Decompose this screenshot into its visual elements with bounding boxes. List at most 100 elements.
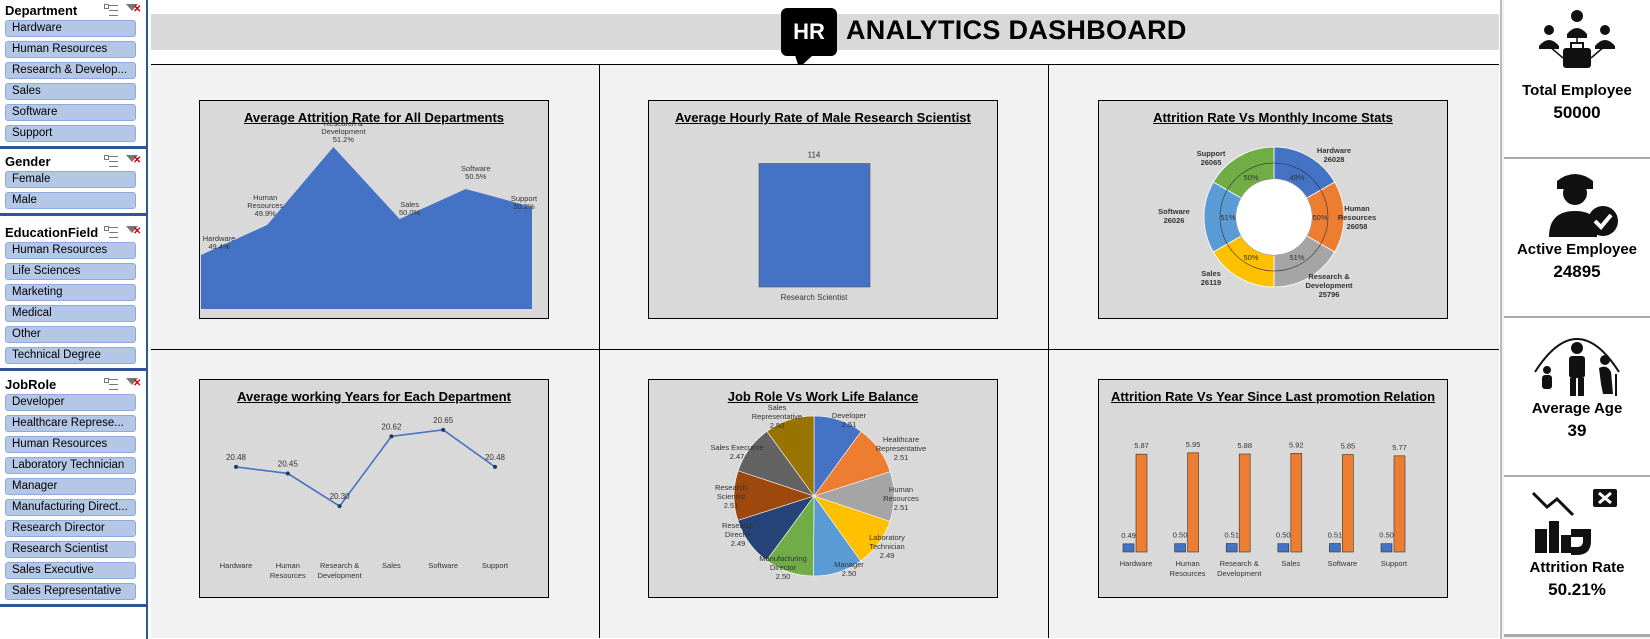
tick-label: Software (428, 561, 458, 570)
point (234, 464, 238, 469)
age-group-icon (1527, 326, 1627, 398)
slicer-item[interactable]: Medical (5, 305, 136, 322)
slicer-item[interactable]: Hardware (5, 20, 136, 37)
chart-hourly-rate-research-scientist[interactable]: Average Hourly Rate of Male Research Sci… (648, 100, 998, 319)
chart-attrition-vs-promotion[interactable]: Attrition Rate Vs Year Since Last promot… (1098, 379, 1448, 598)
slicer-item[interactable]: Human Resources (5, 41, 136, 58)
kpi-value: 39 (1567, 421, 1587, 440)
point (493, 464, 497, 469)
bar (1342, 454, 1354, 553)
slicer-header: JobRole (0, 374, 146, 394)
multi-select-icon[interactable] (104, 3, 118, 16)
category-label: Development (1305, 281, 1353, 290)
chart-attrition-by-department[interactable]: Average Attrition Rate for All Departmen… (199, 100, 549, 319)
bar (1329, 543, 1341, 553)
bar (1174, 543, 1186, 553)
slicer-item[interactable]: Manager (5, 478, 136, 495)
clear-filter-icon[interactable] (126, 154, 141, 167)
chart-working-years[interactable]: Average working Years for Each Departmen… (199, 379, 549, 598)
data-label: 26065 (1201, 158, 1222, 167)
category-label: Director (725, 530, 752, 539)
slicer-item[interactable]: Software (5, 104, 136, 121)
multi-select-icon[interactable] (104, 225, 118, 238)
slicer-item[interactable]: Female (5, 171, 136, 188)
slicer-item[interactable]: Manufacturing Direct... (5, 499, 136, 516)
data-label: 0.51 (1224, 531, 1239, 540)
chart-grid: Average Attrition Rate for All Departmen… (151, 64, 1499, 638)
slicer-item[interactable]: Research Scientist (5, 541, 136, 558)
tick-label: Resources (270, 571, 306, 580)
slicer-item[interactable]: Laboratory Technician (5, 457, 136, 474)
clear-filter-icon[interactable] (126, 225, 141, 238)
multi-select-icon[interactable] (104, 154, 118, 167)
category-label: Research (715, 483, 747, 492)
bar (1225, 543, 1238, 553)
slicer-title: EducationField (5, 224, 99, 240)
area-chart: Hardware49.4%HumanResources49.9%Research… (201, 119, 538, 309)
kpi-panel: Total Employee 50000 Active Employee 24895 A… (1500, 0, 1650, 639)
slicer-item[interactable]: Human Resources (5, 436, 136, 453)
kpi-value: 50000 (1553, 103, 1601, 122)
slicer-item[interactable]: Other (5, 326, 136, 343)
category-label: Research & (1308, 272, 1350, 281)
slicer-item[interactable]: Human Resources (5, 242, 136, 259)
slicer-item[interactable]: Healthcare Represe... (5, 415, 136, 432)
category-label: Director (770, 563, 797, 572)
clear-filter-icon[interactable] (126, 377, 141, 390)
clear-filter-icon[interactable] (126, 3, 141, 16)
category-label: Hardware (1317, 146, 1351, 155)
slicer-item[interactable]: Sales (5, 83, 136, 100)
category-label: Manager (834, 560, 864, 569)
divider (151, 349, 1499, 350)
slicer-item[interactable]: Life Sciences (5, 263, 136, 280)
data-label: 20.48 (485, 453, 506, 462)
slicer-item[interactable]: Sales Representative (5, 583, 136, 600)
slicer-item[interactable]: Sales Executive (5, 562, 136, 579)
chart-jobrole-worklife[interactable]: Job Role Vs Work Life Balance Developer 2… (648, 379, 998, 598)
slicer-item[interactable]: Research Director (5, 520, 136, 537)
data-label: 2.47 (730, 452, 745, 461)
slicer-item[interactable]: Marketing (5, 284, 136, 301)
tick-label: Sales (1281, 559, 1300, 568)
point (337, 504, 342, 509)
data-label: 20.45 (278, 459, 299, 468)
data-label: 26028 (1324, 155, 1345, 164)
user-check-icon (1527, 167, 1627, 239)
data-label: 50.2% (513, 202, 535, 211)
data-label: 49% (1289, 173, 1304, 182)
category-label: Software (1158, 207, 1190, 216)
slicer-item[interactable]: Developer (5, 394, 136, 411)
pie-chart: Developer2.51HealthcareRepresentative2.5… (710, 403, 926, 581)
hr-logo: HR (781, 8, 837, 68)
attrition-decline-icon (1527, 485, 1627, 557)
tick-label: Research & (320, 561, 359, 570)
data-label: 49.9% (255, 209, 277, 218)
slicer-item[interactable]: Technical Degree (5, 347, 136, 364)
category-label: Scientist (717, 492, 746, 501)
category-label: Sales (768, 403, 787, 412)
category-label: Research (722, 521, 754, 530)
slicer-header: EducationField (0, 222, 146, 242)
data-label: 50% (1243, 253, 1258, 262)
chart-attrition-vs-income[interactable]: Attrition Rate Vs Monthly Income Stats 4… (1098, 100, 1448, 319)
divider (599, 64, 600, 638)
team-briefcase-icon (1527, 8, 1627, 80)
tick-label: Support (1381, 559, 1408, 568)
bar (1290, 453, 1303, 553)
data-label: 2.49 (880, 551, 895, 560)
tick-label: Sales (382, 561, 401, 570)
kpi-card: Attrition Rate 50.21% (1504, 477, 1650, 637)
data-label: 2.51 (842, 420, 857, 429)
slicer-educationfield: EducationField Human Resources Life Scienc… (0, 222, 146, 371)
category-label: Manufacturing (759, 554, 807, 563)
multi-select-icon[interactable] (104, 377, 118, 390)
data-label: 20.62 (381, 422, 402, 431)
doughnut-hole (1236, 179, 1312, 255)
slicer-item[interactable]: Support (5, 125, 136, 142)
divider (1048, 64, 1049, 638)
tick-label: Hardware (220, 561, 253, 570)
slicer-item[interactable]: Male (5, 192, 136, 209)
kpi-label: Total Employee (1522, 82, 1632, 99)
data-label: 51% (1289, 253, 1304, 262)
slicer-item[interactable]: Research & Develop... (5, 62, 136, 79)
